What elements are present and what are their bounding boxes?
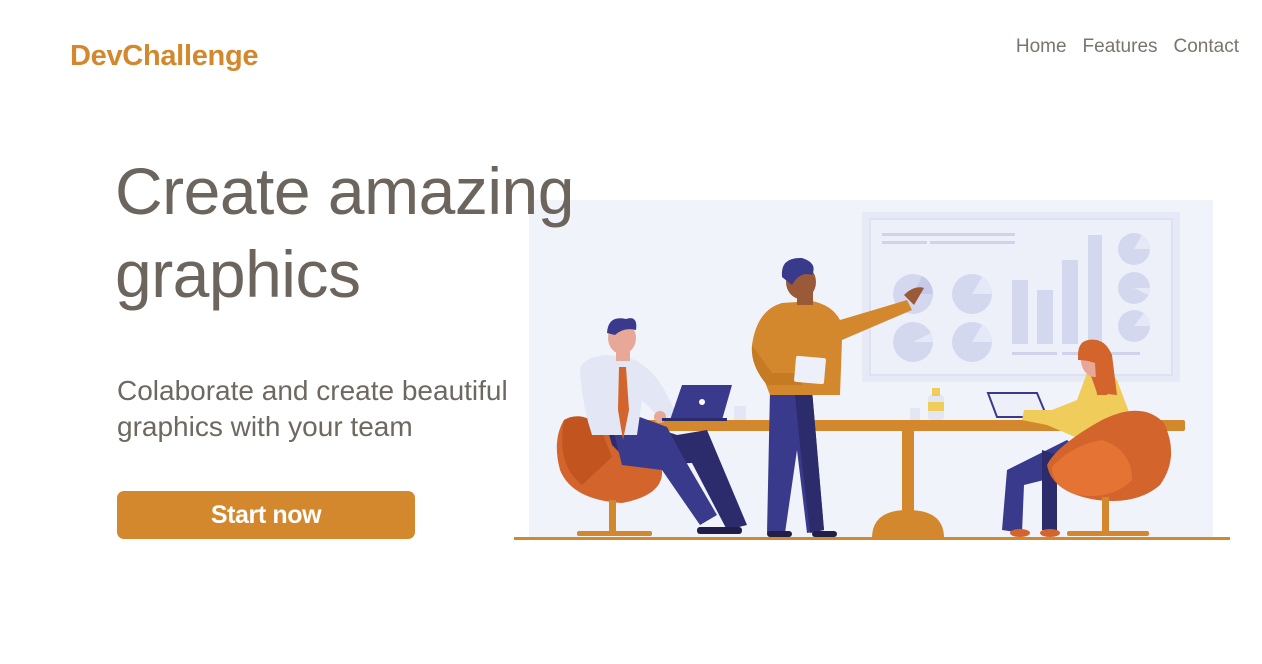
hero-title: Create amazing graphics — [115, 150, 574, 316]
nav-link-home[interactable]: Home — [1016, 36, 1067, 58]
team-meeting-illustration — [514, 200, 1230, 540]
hero-subtitle-line-1: Colaborate and create beautiful — [117, 375, 508, 406]
nav-link-contact[interactable]: Contact — [1174, 36, 1239, 58]
hero-title-line-2: graphics — [115, 237, 361, 311]
main-nav: Home Features Contact — [1016, 36, 1239, 58]
hero-subtitle: Colaborate and create beautiful graphics… — [117, 373, 557, 445]
brand-logo[interactable]: DevChallenge — [70, 40, 258, 73]
hero-subtitle-line-2: graphics with your team — [117, 411, 413, 442]
floor-line — [514, 537, 1230, 540]
hero-title-line-1: Create amazing — [115, 154, 574, 228]
cup-icon — [734, 406, 746, 420]
cup-icon — [910, 408, 920, 420]
nav-link-features[interactable]: Features — [1083, 36, 1158, 58]
start-now-button[interactable]: Start now — [117, 491, 415, 539]
